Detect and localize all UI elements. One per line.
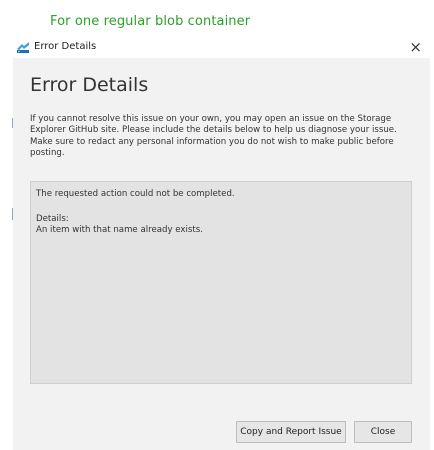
details-text: An item with that name already exists. [36,225,203,235]
screenshot-canvas: For one regular blob container Error Det… [0,0,434,450]
window-titlebar: Error Details × [13,36,430,58]
error-details-dialog: Error Details × Error Details If you can… [13,36,430,450]
close-icon[interactable]: × [409,37,422,57]
details-label: Details: [36,214,69,224]
dialog-description: If you cannot resolve this issue on your… [30,114,397,158]
close-button[interactable]: Close [354,421,412,443]
copy-and-report-issue-button[interactable]: Copy and Report Issue [236,421,346,443]
error-details-textarea[interactable]: The requested action could not be comple… [30,181,412,384]
window-title: Error Details [34,41,97,52]
dialog-heading: Error Details [30,74,149,96]
error-message: The requested action could not be comple… [36,189,235,199]
caption-text: For one regular blob container [50,14,251,29]
storage-explorer-icon [16,40,30,54]
